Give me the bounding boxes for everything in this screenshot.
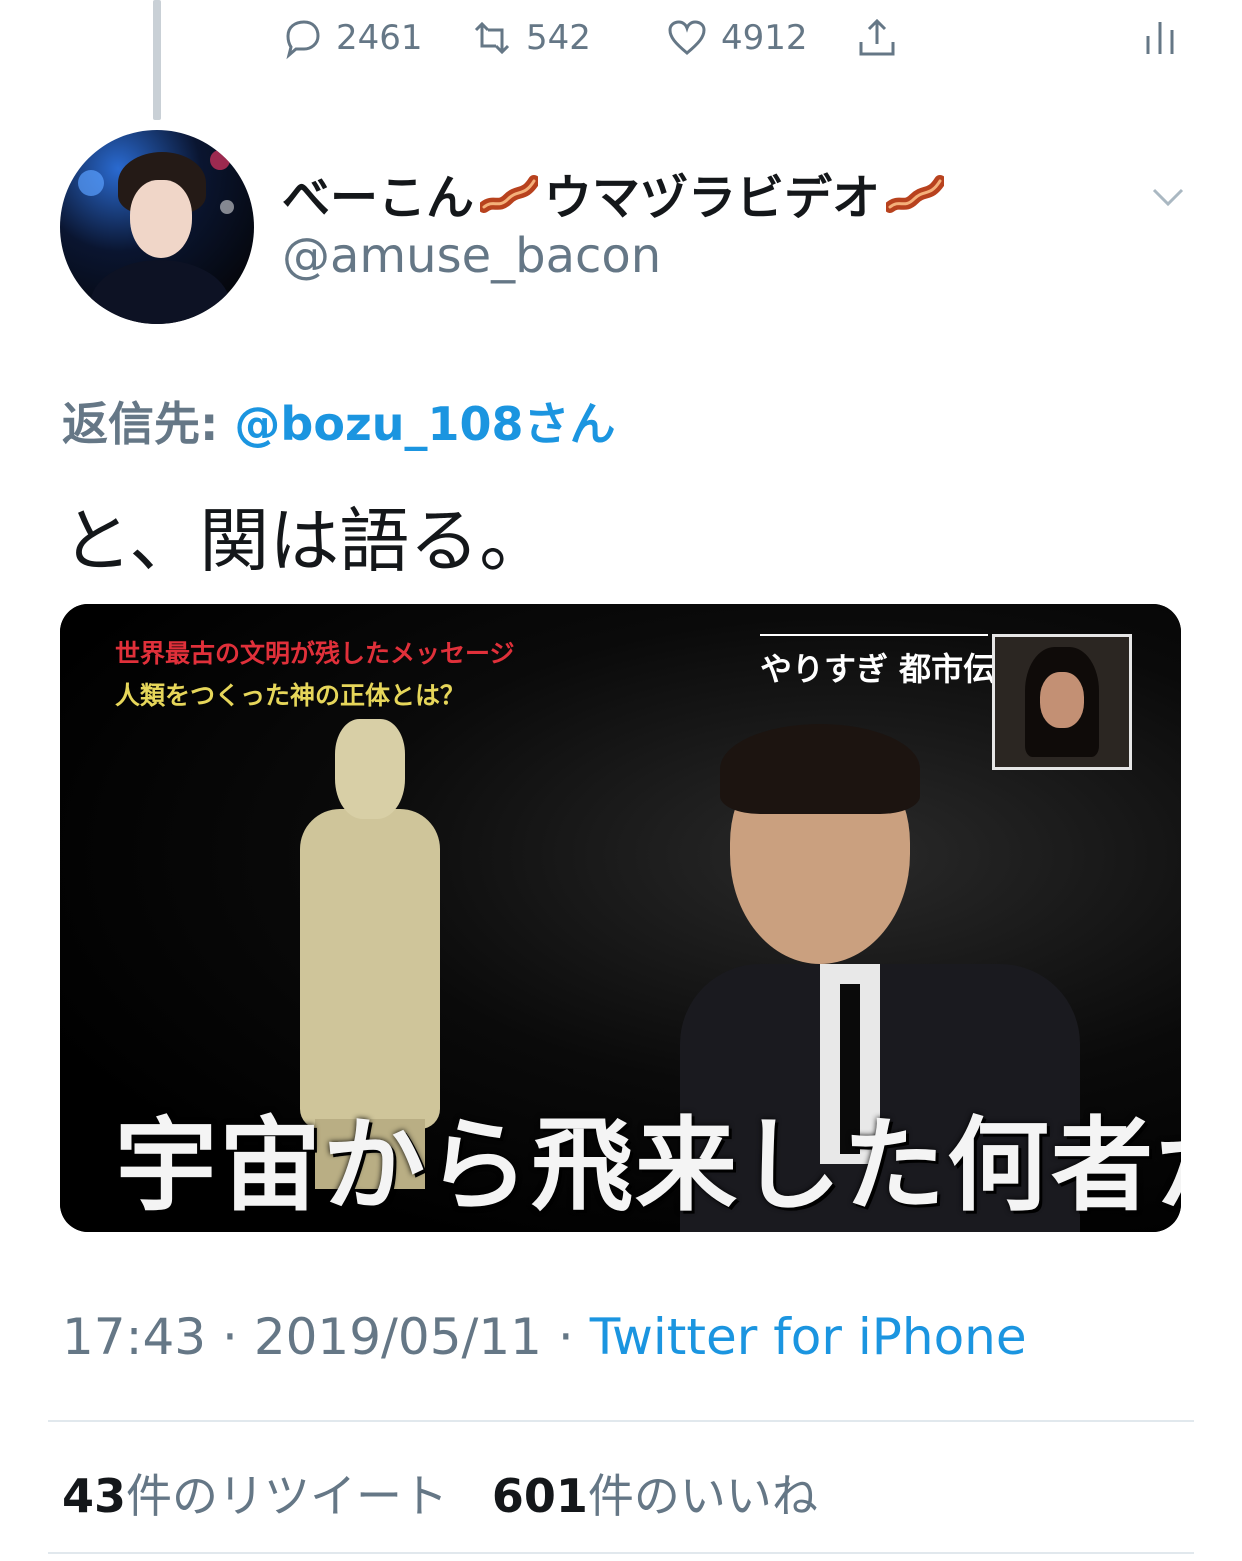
bacon-emoji-icon xyxy=(480,175,539,213)
retweets-number: 43 xyxy=(62,1469,127,1523)
user-handle[interactable]: @amuse_bacon xyxy=(282,228,661,284)
show-logo: やりすぎ 都市伝説 xyxy=(760,650,1028,688)
likes-stat[interactable]: 601件のいいね xyxy=(492,1469,818,1523)
avatar[interactable] xyxy=(60,130,254,324)
inset-reaction-window xyxy=(992,634,1132,770)
media-subtitle: 宇宙から飛来した何者か xyxy=(115,1106,1181,1226)
like-count: 4912 xyxy=(721,18,808,58)
divider xyxy=(48,1552,1194,1554)
chevron-down-icon[interactable] xyxy=(1150,178,1186,214)
retweet-count: 542 xyxy=(526,18,591,58)
retweet-icon xyxy=(474,21,510,55)
likes-number: 601 xyxy=(491,1469,588,1523)
tweet-source-link[interactable]: Twitter for iPhone xyxy=(590,1308,1027,1366)
reply-count: 2461 xyxy=(336,18,423,58)
thread-connector-line xyxy=(153,0,161,120)
analytics-action[interactable] xyxy=(1138,16,1182,60)
share-icon xyxy=(859,18,895,56)
display-name[interactable]: べーこん ウマヅラビデオ xyxy=(282,158,945,228)
likes-label: 件のいいね xyxy=(587,1469,818,1523)
engagement-stats: 43件のリツイート 601件のいいね xyxy=(62,1460,818,1526)
reply-to-label: 返信先: xyxy=(62,397,219,451)
reply-mention-link[interactable]: @bozu_108さん xyxy=(234,397,615,451)
media-caption-line2: 人類をつくった神の正体とは？ xyxy=(115,681,466,710)
heart-icon xyxy=(668,20,706,55)
divider xyxy=(48,1420,1194,1422)
separator-dot: · xyxy=(557,1308,574,1366)
tweet-time: 17:43 xyxy=(62,1308,207,1366)
share-action[interactable] xyxy=(855,16,899,60)
retweet-action[interactable]: 542 xyxy=(470,16,591,60)
display-name-part1: べーこん xyxy=(282,170,475,226)
bacon-emoji-icon xyxy=(886,175,945,213)
retweets-label: 件のリツイート xyxy=(126,1469,449,1523)
retweets-stat[interactable]: 43件のリツイート xyxy=(62,1469,448,1523)
tweet-timestamp: 17:43 · 2019/05/11 · Twitter for iPhone xyxy=(62,1308,1027,1366)
reply-to-line: 返信先: @bozu_108さん xyxy=(62,388,616,454)
separator-dot: · xyxy=(222,1308,238,1366)
tweet-text: と、関は語る。 xyxy=(62,500,550,582)
tweet-media-image[interactable]: 世界最古の文明が残したメッセージ 人類をつくった神の正体とは？ やりすぎ 都市伝… xyxy=(60,604,1181,1232)
speech-bubble-icon xyxy=(286,20,320,60)
parent-tweet-actions: 2461 542 4912 xyxy=(280,10,1182,66)
tweet-date: 2019/05/11 xyxy=(253,1308,542,1366)
reply-action[interactable]: 2461 xyxy=(280,16,423,60)
analytics-icon xyxy=(1146,22,1174,54)
media-caption-line1: 世界最古の文明が残したメッセージ xyxy=(115,639,515,668)
display-name-part2: ウマヅラビデオ xyxy=(544,170,881,226)
like-action[interactable]: 4912 xyxy=(665,16,808,60)
